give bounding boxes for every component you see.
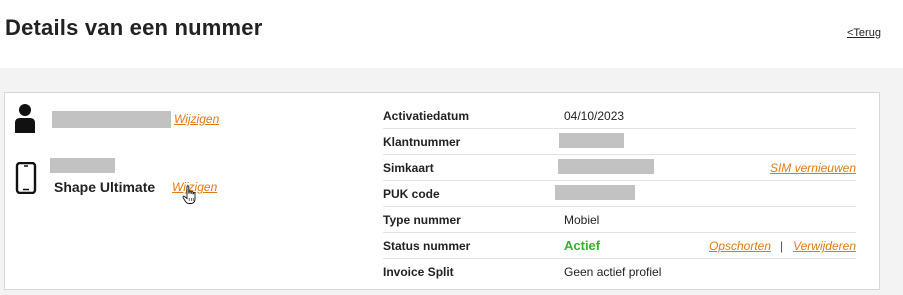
row-label: Invoice Split: [383, 265, 454, 279]
status-active-badge: Actief: [564, 238, 601, 253]
details-row-puk-code: PUK code: [383, 181, 856, 207]
row-label: Type nummer: [383, 213, 461, 227]
row-label: Status nummer: [383, 239, 471, 253]
row-label: PUK code: [383, 187, 440, 201]
page-header: Details van een nummer <Terug: [0, 0, 903, 68]
phone-number-redacted: [50, 158, 115, 173]
row-value: 04/10/2023: [564, 109, 625, 123]
row-label: Simkaart: [383, 161, 434, 175]
puk-code-redacted: [555, 185, 635, 200]
row-value: Geen actief profiel: [564, 265, 662, 279]
owner-edit-link[interactable]: Wijzigen: [174, 112, 219, 126]
customer-number-redacted: [559, 133, 624, 148]
suspend-link[interactable]: Opschorten: [709, 239, 771, 253]
details-row-invoice-split: Invoice Split Geen actief profiel: [383, 259, 856, 284]
details-row-customer-number: Klantnummer: [383, 129, 856, 155]
details-row-activation-date: Activatiedatum 04/10/2023: [383, 103, 856, 129]
delete-link[interactable]: Verwijderen: [793, 239, 856, 253]
back-link[interactable]: <Terug: [847, 27, 881, 39]
sim-number-redacted: [558, 159, 654, 174]
device-name: Shape Ultimate: [54, 179, 156, 195]
owner-name-redacted: [52, 111, 171, 128]
row-value: Mobiel: [564, 213, 600, 227]
number-details-table: Activatiedatum 04/10/2023 Klantnummer Si…: [383, 103, 856, 284]
details-row-number-type: Type nummer Mobiel: [383, 207, 856, 233]
action-separator: |: [780, 239, 784, 253]
hand-cursor-icon: [182, 185, 196, 204]
person-icon: [15, 104, 35, 133]
page-title: Details van een nummer: [5, 15, 263, 40]
details-row-number-status: Status nummer Actief Opschorten | Verwij…: [383, 233, 856, 259]
details-row-sim-card: Simkaart SIM vernieuwen: [383, 155, 856, 181]
row-label: Klantnummer: [383, 135, 461, 149]
smartphone-icon: [15, 162, 37, 194]
row-label: Activatiedatum: [383, 109, 470, 123]
renew-sim-link[interactable]: SIM vernieuwen: [770, 161, 856, 175]
